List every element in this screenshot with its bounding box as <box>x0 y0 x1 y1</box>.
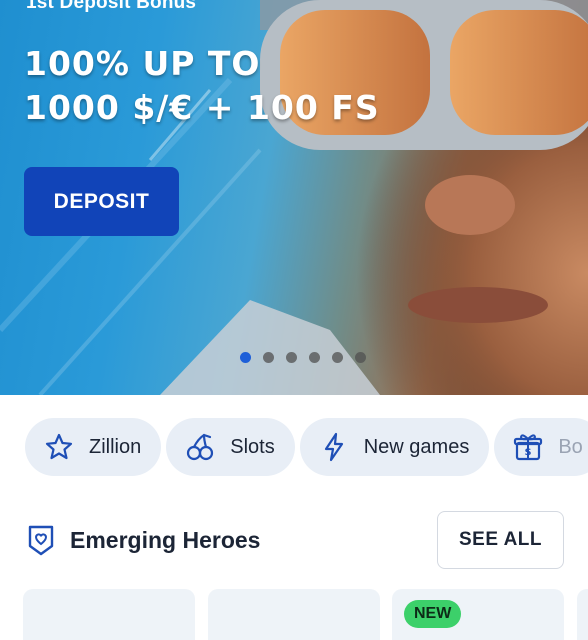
category-chips: Zillion Slots New games $ Bo <box>25 418 588 476</box>
category-chip-label: New games <box>363 435 470 458</box>
category-chip-label: Zillion <box>89 435 142 458</box>
game-card[interactable]: NEW <box>392 589 564 640</box>
hero-title-line-2: 1000 $/€ + 100 FS <box>24 88 380 127</box>
section-title: Emerging Heroes <box>70 527 261 553</box>
game-card[interactable] <box>577 589 588 640</box>
hero-title: 100% UP TO 1000 $/€ + 100 FS <box>24 42 484 130</box>
hero-banner[interactable]: 1st Deposit Bonus 100% UP TO 1000 $/€ + … <box>0 0 588 395</box>
hero-title-line-1: 100% UP TO <box>24 44 261 83</box>
game-card[interactable] <box>23 589 195 640</box>
category-chip-label: Bo <box>558 435 583 458</box>
carousel-dot-6[interactable] <box>355 352 366 363</box>
category-chip-new-games[interactable]: New games <box>299 418 490 476</box>
star-icon <box>45 433 73 460</box>
hero-eyebrow: 1st Deposit Bonus <box>26 0 197 13</box>
game-card[interactable] <box>208 589 380 640</box>
new-badge: NEW <box>404 600 462 628</box>
category-chip-zillion[interactable]: Zillion <box>25 418 162 476</box>
carousel-dots <box>240 352 366 363</box>
carousel-dot-1[interactable] <box>240 352 251 363</box>
carousel-dot-2[interactable] <box>263 352 274 363</box>
lightning-icon <box>324 432 343 462</box>
deposit-button[interactable]: DEPOSIT <box>24 167 179 236</box>
carousel-dot-4[interactable] <box>309 352 320 363</box>
category-chip-label: Slots <box>230 435 275 458</box>
svg-text:$: $ <box>525 447 532 458</box>
carousel-dot-5[interactable] <box>332 352 343 363</box>
cherries-icon <box>187 433 214 461</box>
category-chip-bonus[interactable]: $ Bo <box>494 418 588 476</box>
carousel-dot-3[interactable] <box>286 352 297 363</box>
heart-badge-icon <box>28 525 54 556</box>
see-all-button[interactable]: SEE ALL <box>437 511 564 569</box>
category-chip-slots[interactable]: Slots <box>166 418 295 476</box>
gift-icon: $ <box>514 434 543 461</box>
